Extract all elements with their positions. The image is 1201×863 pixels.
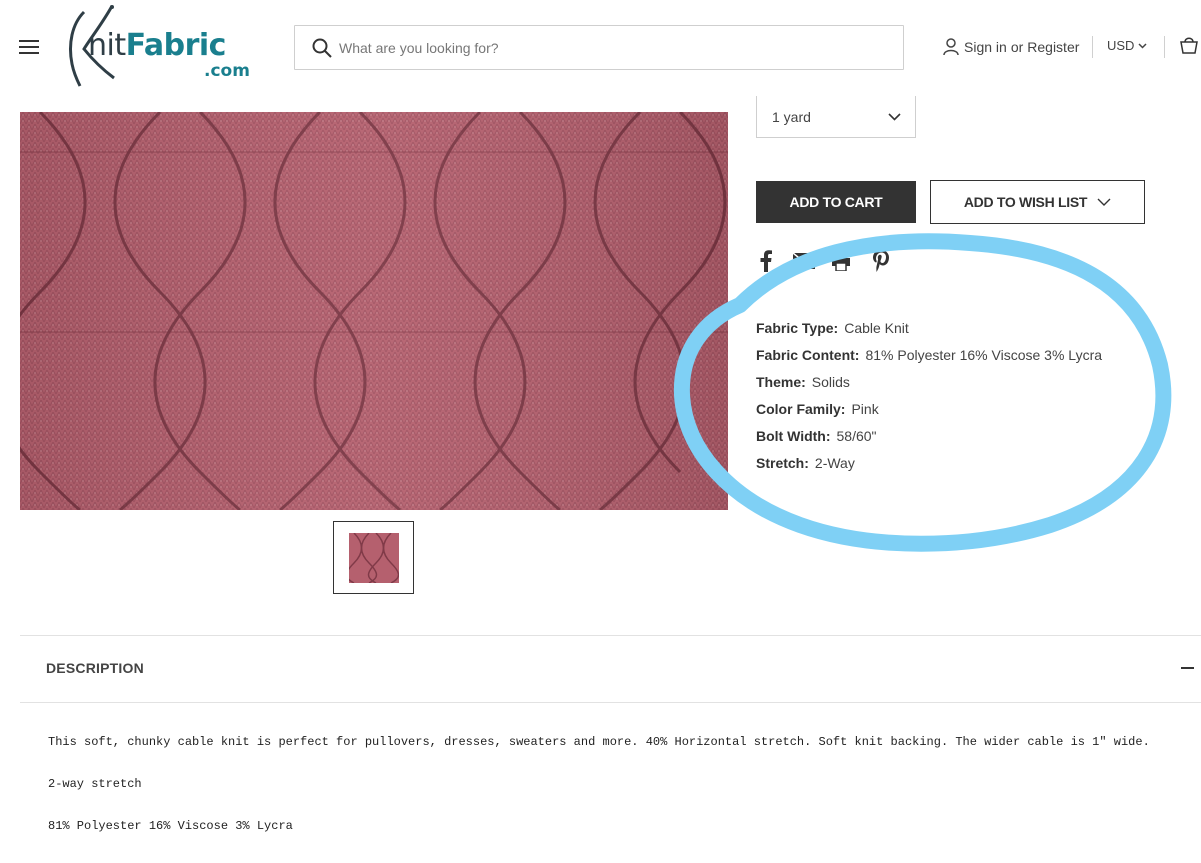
search-bar[interactable]: [294, 25, 904, 70]
user-icon: [943, 38, 959, 56]
account-links: Sign in or Register: [943, 36, 1079, 58]
spec-value: 58/60": [836, 428, 877, 444]
pinterest-icon[interactable]: [873, 250, 889, 272]
print-icon[interactable]: [832, 253, 850, 271]
currency-label: USD: [1107, 38, 1135, 53]
header-divider: [1092, 36, 1093, 58]
chevron-down-icon: [888, 113, 901, 121]
spec-label: Fabric Type:: [756, 320, 839, 336]
facebook-icon[interactable]: [760, 250, 772, 272]
description-line: This soft, chunky cable knit is perfect …: [48, 735, 1150, 749]
email-icon[interactable]: [793, 253, 815, 269]
spec-label: Color Family:: [756, 401, 846, 417]
spec-value: Pink: [851, 401, 879, 417]
highlight-circle-annotation: [673, 233, 1172, 552]
spec-color-family: Color Family: Pink: [756, 399, 879, 419]
search-icon[interactable]: [312, 38, 332, 58]
spec-bolt-width: Bolt Width: 58/60": [756, 426, 877, 446]
spec-fabric-content: Fabric Content: 81% Polyester 16% Viscose…: [756, 345, 1102, 365]
spec-label: Theme:: [756, 374, 806, 390]
add-to-wish-list-label: ADD TO WISH LIST: [963, 194, 1088, 210]
cable-knit-fabric-image: [20, 112, 728, 510]
add-to-wish-list-button[interactable]: ADD TO WISH LIST: [930, 180, 1145, 224]
spec-label: Stretch:: [756, 455, 809, 471]
description-line: 2-way stretch: [48, 777, 142, 791]
spec-label: Fabric Content:: [756, 347, 860, 363]
description-line: 81% Polyester 16% Viscose 3% Lycra: [48, 819, 293, 833]
or-text: or: [1010, 39, 1024, 55]
header-divider: [1164, 36, 1165, 58]
spec-label: Bolt Width:: [756, 428, 831, 444]
quantity-select-value: 1 yard: [772, 109, 811, 125]
spec-theme: Theme: Solids: [756, 372, 850, 392]
spec-value: 81% Polyester 16% Viscose 3% Lycra: [865, 347, 1103, 363]
sign-in-link[interactable]: Sign in: [964, 39, 1007, 55]
site-header: nitFabric .com Sign in or Register USD: [0, 0, 1201, 95]
spec-value: 2-Way: [814, 455, 855, 471]
spec-value: Cable Knit: [844, 320, 909, 336]
site-logo[interactable]: nitFabric .com: [62, 4, 257, 88]
collapse-minus-icon[interactable]: [1181, 667, 1194, 669]
register-link[interactable]: Register: [1027, 39, 1079, 55]
thumbnail-image: [349, 533, 399, 583]
add-to-cart-button[interactable]: ADD TO CART: [756, 181, 916, 223]
description-heading[interactable]: DESCRIPTION: [46, 660, 144, 676]
menu-icon[interactable]: [19, 39, 39, 55]
logo-dotcom: .com: [204, 61, 250, 81]
spec-stretch: Stretch: 2-Way: [756, 453, 855, 473]
section-divider: [20, 702, 1201, 703]
product-thumbnail[interactable]: [333, 521, 414, 594]
cart-icon[interactable]: [1180, 37, 1198, 54]
search-input[interactable]: [339, 36, 889, 60]
chevron-down-icon: [1097, 198, 1111, 206]
currency-selector[interactable]: USD: [1107, 38, 1147, 53]
product-main-image[interactable]: [20, 112, 728, 510]
spec-fabric-type: Fabric Type: Cable Knit: [756, 318, 909, 338]
spec-value: Solids: [811, 374, 850, 390]
quantity-select[interactable]: 1 yard: [756, 96, 916, 138]
chevron-down-icon: [1138, 42, 1147, 49]
logo-wordmark: nitFabric: [88, 28, 226, 63]
section-divider: [20, 635, 1201, 636]
